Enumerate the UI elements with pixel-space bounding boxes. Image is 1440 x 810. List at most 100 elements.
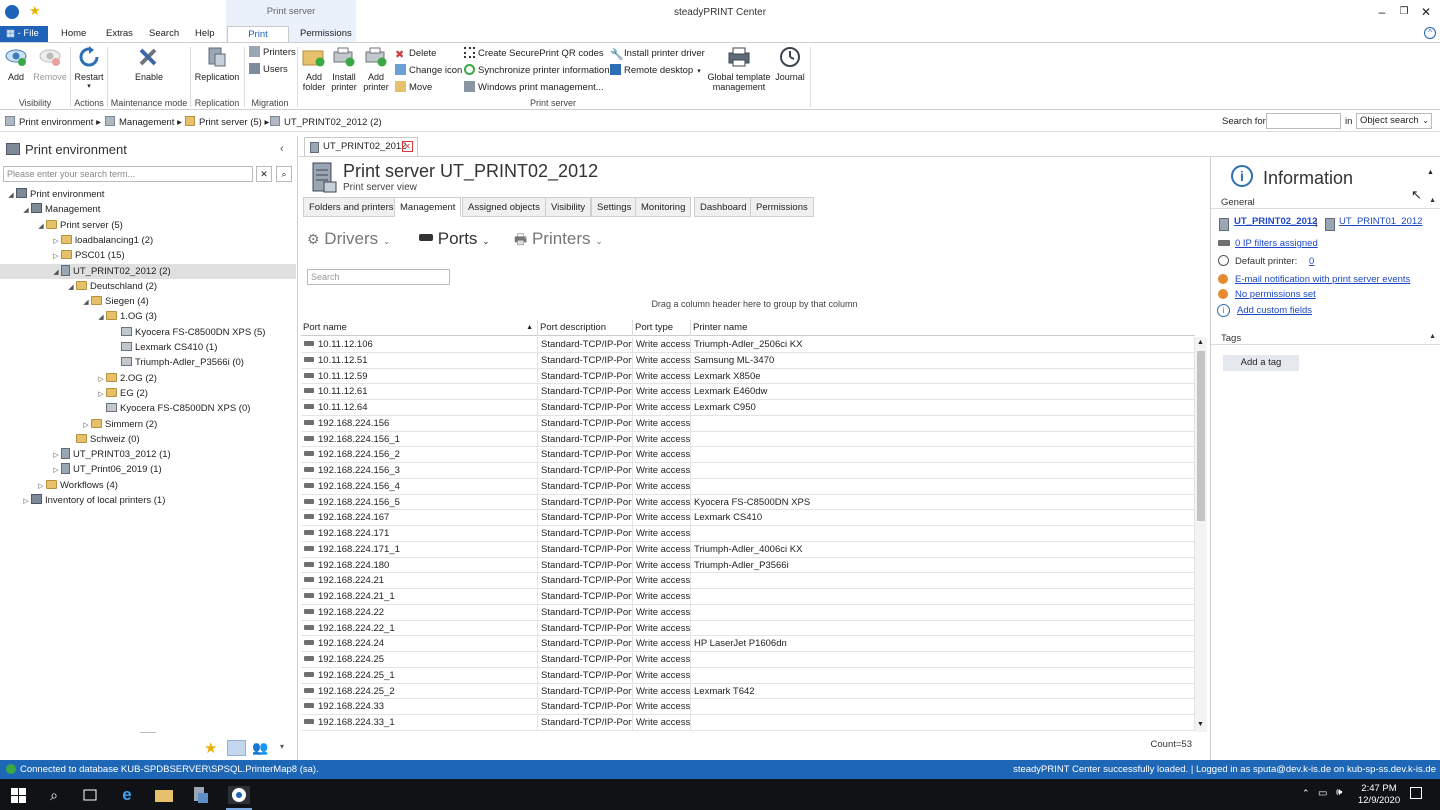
search-scope-select[interactable]: Object search ⌄ (1356, 113, 1432, 129)
steadyprint-app-icon[interactable] (191, 786, 209, 804)
replication-button[interactable]: Replication (193, 45, 241, 82)
tab-permissions[interactable]: Permissions (294, 26, 358, 42)
column-header-port-description[interactable]: Port description (538, 320, 633, 336)
tree-item[interactable]: ▷ loadbalancing1 (2) (0, 233, 296, 248)
permissions-link[interactable]: No permissions set (1235, 289, 1316, 300)
change-icon-button[interactable]: Change icon (395, 63, 462, 79)
table-row[interactable]: 192.168.224.171_1 Standard-TCP/IP-Port Wri… (301, 541, 1195, 558)
collapse-info-icon[interactable]: ▲ (1427, 169, 1434, 176)
close-button[interactable]: ✕ (1416, 4, 1436, 20)
table-row[interactable]: 192.168.224.25_2 Standard-TCP/IP-Port Writ… (301, 683, 1195, 700)
create-qr-codes-button[interactable]: Create SecurePrint QR codes (464, 46, 604, 62)
tree-search-input[interactable]: Please enter your search term... (3, 166, 253, 182)
tree-item[interactable]: ◢ 1.OG (3) (0, 309, 296, 324)
table-row[interactable]: 192.168.224.156_1 Standard-TCP/IP-Port Wri… (301, 431, 1195, 448)
table-row[interactable]: 192.168.224.180 Standard-TCP/IP-Port Write… (301, 557, 1195, 574)
remote-desktop-button[interactable]: Remote desktop ▾ (610, 63, 701, 79)
table-row[interactable]: 192.168.224.156_4 Standard-TCP/IP-Port Wri… (301, 478, 1195, 495)
tab-search[interactable]: Search (143, 26, 185, 42)
tree-item[interactable]: ▷ 2.OG (2) (0, 371, 296, 386)
table-row[interactable]: 192.168.224.22 Standard-TCP/IP-Port Write … (301, 604, 1195, 621)
expanded-arrow-icon[interactable]: ◢ (96, 310, 106, 325)
table-row[interactable]: 192.168.224.25 Standard-TCP/IP-Port Write … (301, 652, 1195, 668)
add-visibility-button[interactable]: Add (3, 45, 29, 82)
steadyprint-center-active-icon[interactable] (228, 786, 250, 804)
table-row[interactable]: 10.11.12.61 Standard-TCP/IP-Port Write acc… (301, 384, 1195, 400)
migrate-printers-button[interactable]: Printers (249, 45, 296, 61)
collapse-panel-icon[interactable]: ‹ (280, 143, 284, 155)
tree-item[interactable]: ▷ Simmern (2) (0, 417, 296, 432)
collapsed-arrow-icon[interactable]: ▷ (81, 418, 91, 433)
collapsed-arrow-icon[interactable]: ▷ (51, 234, 61, 249)
table-row[interactable]: 10.11.12.59 Standard-TCP/IP-Port Write acc… (301, 368, 1195, 385)
search-icon[interactable]: ⌕ (45, 786, 63, 804)
tab-dashboard[interactable]: Dashboard (694, 197, 753, 217)
restart-button[interactable]: Restart ▾ (73, 45, 105, 92)
breadcrumb-item-server[interactable]: UT_PRINT02_2012 (2) (270, 116, 382, 128)
tree-item[interactable]: ◢ Siegen (4) (0, 294, 296, 309)
tree-item[interactable]: ▷ EG (2) (0, 386, 296, 401)
delete-button[interactable]: ✖ Delete (395, 46, 436, 62)
scrollbar-thumb[interactable] (1197, 351, 1205, 521)
tab-permissions[interactable]: Permissions (750, 197, 814, 217)
subnav-ports[interactable]: Ports ⌄ (419, 229, 490, 249)
breadcrumb-item-management[interactable]: Management ▸ (105, 116, 182, 128)
windows-start-icon[interactable] (9, 786, 27, 804)
column-header-printer-name[interactable]: Printer name (691, 320, 1195, 336)
expanded-arrow-icon[interactable]: ◢ (66, 280, 76, 295)
clock-time[interactable]: 2:47 PM (1354, 783, 1404, 794)
table-row[interactable]: 192.168.224.24 Standard-TCP/IP-Port Write … (301, 636, 1195, 652)
email-notification-link[interactable]: E-mail notification with print server ev… (1235, 274, 1410, 285)
subnav-drivers[interactable]: ⚙ Drivers ⌄ (307, 229, 390, 249)
journal-button[interactable]: Journal (774, 45, 806, 82)
users-view-icon[interactable]: 👥 (252, 740, 268, 756)
document-tab[interactable]: UT_PRINT02_2012 ✕ (304, 137, 418, 156)
table-row[interactable]: 10.11.12.64 Standard-TCP/IP-Port Write acc… (301, 400, 1195, 416)
tree-view-icon[interactable] (227, 740, 246, 756)
add-tag-button[interactable]: Add a tag (1223, 355, 1299, 371)
default-printer-link[interactable]: 0 (1309, 256, 1314, 267)
scroll-down-icon[interactable]: ▼ (1197, 721, 1204, 728)
expanded-arrow-icon[interactable]: ◢ (36, 219, 46, 234)
table-row[interactable]: 192.168.224.171 Standard-TCP/IP-Port Write… (301, 526, 1195, 542)
table-row[interactable]: 192.168.224.33_1 Standard-TCP/IP-Port Writ… (301, 715, 1195, 731)
tree-item[interactable]: ▷ UT_Print06_2019 (1) (0, 462, 296, 477)
expanded-arrow-icon[interactable]: ◢ (81, 295, 91, 310)
tree-item[interactable]: ▷ UT_PRINT03_2012 (1) (0, 447, 296, 462)
column-header-port-type[interactable]: Port type (633, 320, 691, 336)
table-row[interactable]: 192.168.224.25_1 Standard-TCP/IP-Port Writ… (301, 667, 1195, 684)
global-template-management-button[interactable]: Global template management (703, 45, 775, 92)
scroll-up-icon[interactable]: ▲ (1197, 339, 1204, 346)
splitter-grip[interactable] (140, 732, 156, 733)
tree-item[interactable]: Triumph-Adler_P3566i (0) (0, 355, 296, 370)
remove-visibility-button[interactable]: Remove (33, 45, 67, 82)
search-icon[interactable]: ⌕ (276, 166, 292, 182)
tree-item[interactable]: ◢ Print server (5) (0, 218, 296, 233)
tab-file[interactable]: ▦ - File (0, 26, 48, 42)
enable-maintenance-button[interactable]: Enable (130, 45, 168, 82)
tab-help[interactable]: Help (189, 26, 221, 42)
add-folder-button[interactable]: Add folder (300, 45, 328, 92)
column-header-port-name[interactable]: Port name ▲ (301, 320, 538, 336)
grid-scrollbar[interactable]: ▲ ▼ (1195, 337, 1207, 732)
tab-visibility[interactable]: Visibility (545, 197, 592, 217)
tree-item[interactable]: Kyocera FS-C8500DN XPS (0) (0, 401, 296, 416)
ip-filters-link[interactable]: 0 IP filters assigned (1235, 238, 1318, 249)
table-row[interactable]: 192.168.224.21 Standard-TCP/IP-Port Write … (301, 573, 1195, 589)
tree-item[interactable]: ◢ Management (0, 202, 296, 217)
collapsed-arrow-icon[interactable]: ▷ (51, 249, 61, 264)
tab-assigned-objects[interactable]: Assigned objects (462, 197, 546, 217)
tree-item[interactable]: ◢ UT_PRINT02_2012 (2) (0, 263, 296, 280)
more-dropdown-icon[interactable]: ▾ (280, 742, 284, 751)
expanded-arrow-icon[interactable]: ◢ (51, 265, 61, 280)
tab-folders-and-printers[interactable]: Folders and printers (303, 197, 400, 217)
volume-icon[interactable]: 🕪 (1336, 787, 1342, 798)
tab-extras[interactable]: Extras (100, 26, 139, 42)
table-row[interactable]: 10.11.12.51 Standard-TCP/IP-Port Write acc… (301, 352, 1195, 369)
section-general[interactable]: General ▲ (1211, 197, 1440, 209)
tree-item[interactable]: Lexmark CS410 (1) (0, 340, 296, 355)
tab-home[interactable]: Home (55, 26, 92, 42)
collapsed-arrow-icon[interactable]: ▷ (51, 448, 61, 463)
table-row[interactable]: 192.168.224.167 Standard-TCP/IP-Port Write… (301, 510, 1195, 526)
file-explorer-icon[interactable] (155, 786, 173, 804)
